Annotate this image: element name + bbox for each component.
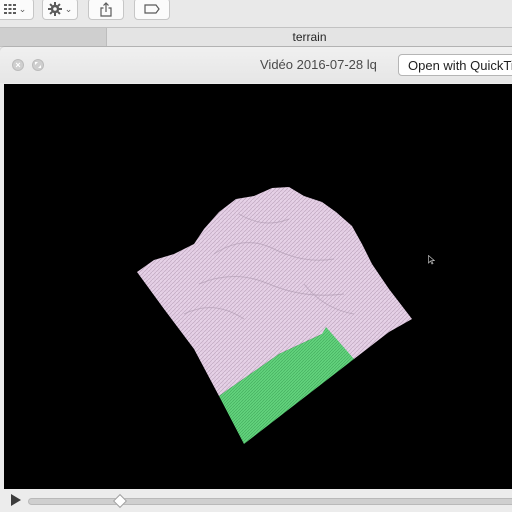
action-button[interactable]: ⌄ [42, 0, 78, 20]
mouse-pointer-icon [428, 255, 435, 265]
fullscreen-icon [35, 62, 41, 68]
quicklook-window: × Vidéo 2016-07-28 lq Open with QuickTim… [0, 47, 512, 512]
open-with-quicktime-button[interactable]: Open with QuickTime Player [398, 54, 512, 76]
grid-view-icon [3, 4, 16, 14]
playback-scrubber[interactable] [28, 498, 512, 505]
finder-tab-bar: terrain [0, 27, 512, 47]
share-button[interactable] [88, 0, 124, 20]
open-with-quicktime-label: Open with QuickTime Player [408, 57, 512, 73]
quicklook-titlebar: × Vidéo 2016-07-28 lq Open with QuickTim… [0, 47, 512, 83]
video-preview[interactable] [4, 84, 512, 489]
chevron-down-icon: ⌄ [18, 3, 27, 14]
playback-controls [0, 489, 512, 512]
play-icon[interactable] [11, 494, 21, 506]
tags-button[interactable] [134, 0, 170, 20]
terrain-render [137, 187, 412, 444]
view-options-button[interactable]: ⌄ [0, 0, 34, 20]
finder-tab-terrain[interactable]: terrain [107, 28, 512, 46]
fullscreen-button[interactable] [32, 59, 44, 71]
close-button[interactable]: × [12, 59, 24, 71]
close-icon: × [15, 59, 21, 70]
gear-icon [47, 2, 62, 16]
quicklook-title: Vidéo 2016-07-28 lq [260, 57, 377, 72]
chevron-down-icon: ⌄ [64, 3, 73, 14]
tag-icon [144, 4, 160, 14]
scrubber-handle[interactable] [112, 493, 128, 509]
finder-tab-inactive[interactable] [0, 28, 107, 46]
share-icon [100, 1, 112, 17]
finder-toolbar: ⌄ ⌄ [0, 0, 512, 27]
